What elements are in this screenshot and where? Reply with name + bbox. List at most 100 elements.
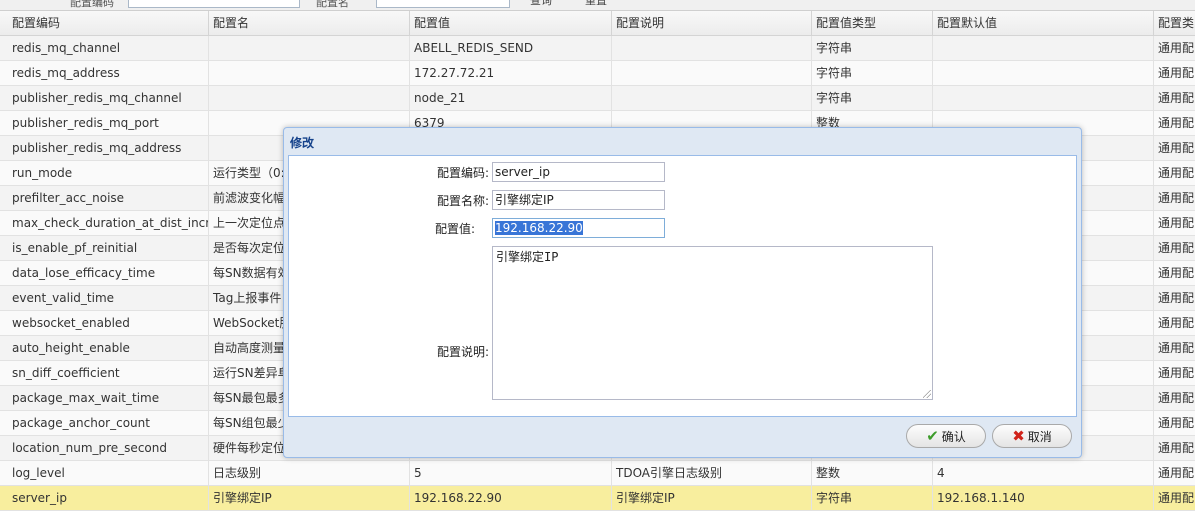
column-header-value[interactable]: 配置值 (410, 11, 612, 35)
cell-code: auto_height_enable (8, 336, 209, 360)
resize-grip[interactable] (923, 390, 931, 398)
table-row[interactable]: server_ip 引擎绑定IP 192.168.22.90 引擎绑定IP 字符串 192… (0, 486, 1195, 511)
cell-code: publisher_redis_mq_port (8, 111, 209, 135)
cell-code: is_enable_pf_reinitial (8, 236, 209, 260)
cell-cat: 通用配 (1158, 166, 1195, 180)
dialog-title: 修改 (290, 136, 315, 150)
cell-name: 日志级别 (209, 461, 410, 485)
cell-cat: 通用配 (1158, 241, 1195, 255)
cell-desc (612, 36, 812, 60)
cell-type: 整数 (812, 461, 933, 485)
cell-type: 字符串 (812, 61, 933, 85)
cell-code: redis_mq_address (8, 61, 209, 85)
cell-cat: 通用配 (1158, 66, 1195, 80)
cell-name (209, 36, 410, 60)
cell-default (933, 36, 1154, 60)
column-header-category[interactable]: 配置类 (1154, 11, 1195, 35)
column-header-name[interactable]: 配置名 (209, 11, 410, 35)
cell-type: 字符串 (812, 86, 933, 110)
search-button[interactable]: 查询 (530, 0, 552, 8)
cell-code: publisher_redis_mq_channel (8, 86, 209, 110)
cell-code: prefilter_acc_noise (8, 186, 209, 210)
cell-code: max_check_duration_at_dist_increa (8, 211, 209, 235)
cell-code: publisher_redis_mq_address (8, 136, 209, 160)
cell-code: websocket_enabled (8, 311, 209, 335)
cell-default (933, 86, 1154, 110)
dialog-form: 配置编码: server_ip 配置名称: 引擎绑定IP 配置值: 192.16… (288, 155, 1077, 417)
toolbar-code-input[interactable] (128, 0, 300, 8)
cell-default: 192.168.1.140 (933, 486, 1154, 510)
cell-name (209, 61, 410, 85)
dialog-footer: ✔ 确认 ✖ 取消 (288, 419, 1077, 453)
cell-desc: 引擎绑定IP (612, 486, 812, 510)
cell-cat: 通用配 (1158, 441, 1195, 455)
cell-cat: 通用配 (1158, 466, 1195, 480)
cell-code: sn_diff_coefficient (8, 361, 209, 385)
cell-desc (612, 61, 812, 85)
confirm-label: 确认 (941, 429, 966, 444)
column-header-code[interactable]: 配置编码 (8, 11, 209, 35)
column-header-type[interactable]: 配置值类型 (812, 11, 933, 35)
toolbar-code-label: 配置编码 (70, 0, 114, 9)
cell-code: package_anchor_count (8, 411, 209, 435)
cell-name (209, 86, 410, 110)
table-row[interactable]: publisher_redis_mq_channel node_21 字符串 通用配 (0, 86, 1195, 111)
cell-cat: 通用配 (1158, 116, 1195, 130)
cell-cat: 通用配 (1158, 291, 1195, 305)
cell-value: 172.27.72.21 (410, 61, 612, 85)
cell-default: 4 (933, 461, 1154, 485)
grid-header: 配置编码 配置名 配置值 配置说明 配置值类型 配置默认值 配置类 (0, 11, 1195, 36)
column-header-desc[interactable]: 配置说明 (612, 11, 812, 35)
cell-value: node_21 (410, 86, 612, 110)
cell-code: package_max_wait_time (8, 386, 209, 410)
value-label: 配置值: (435, 222, 476, 236)
reset-button[interactable]: 重置 (585, 0, 607, 8)
value-field-selection: 192.168.22.90 (495, 221, 583, 235)
cell-code: event_valid_time (8, 286, 209, 310)
cancel-label: 取消 (1027, 429, 1052, 444)
desc-text: 引擎绑定IP (496, 250, 559, 264)
cell-default (933, 61, 1154, 85)
cell-code: location_num_pre_second (8, 436, 209, 460)
code-label: 配置编码: (436, 166, 489, 180)
confirm-button[interactable]: ✔ 确认 (906, 424, 986, 448)
cell-desc: TDOA引擎日志级别 (612, 461, 812, 485)
cell-cat: 通用配 (1158, 266, 1195, 280)
cell-cat: 通用配 (1158, 491, 1195, 505)
cell-code: server_ip (8, 486, 209, 510)
table-row[interactable]: redis_mq_address 172.27.72.21 字符串 通用配 (0, 61, 1195, 86)
cell-value: 5 (410, 461, 612, 485)
toolbar-name-input[interactable] (376, 0, 510, 8)
cell-desc (612, 86, 812, 110)
cell-cat: 通用配 (1158, 391, 1195, 405)
column-header-default[interactable]: 配置默认值 (933, 11, 1154, 35)
toolbar-name-label: 配置名 (316, 0, 349, 9)
desc-textarea[interactable]: 引擎绑定IP (492, 246, 933, 400)
search-toolbar: 配置编码 配置名 查询 重置 (0, 0, 1195, 11)
cell-cat: 通用配 (1158, 41, 1195, 55)
desc-label: 配置说明: (436, 345, 489, 359)
cell-name: 引擎绑定IP (209, 486, 410, 510)
cell-value: ABELL_REDIS_SEND (410, 36, 612, 60)
cell-cat: 通用配 (1158, 366, 1195, 380)
check-icon: ✔ (926, 426, 939, 445)
cancel-button[interactable]: ✖ 取消 (992, 424, 1072, 448)
cell-type: 字符串 (812, 36, 933, 60)
cell-cat: 通用配 (1158, 91, 1195, 105)
name-field[interactable]: 引擎绑定IP (492, 190, 665, 210)
cell-cat: 通用配 (1158, 341, 1195, 355)
cell-code: log_level (8, 461, 209, 485)
cell-code: redis_mq_channel (8, 36, 209, 60)
cell-code: data_lose_efficacy_time (8, 261, 209, 285)
table-row[interactable]: redis_mq_channel ABELL_REDIS_SEND 字符串 通用配 (0, 36, 1195, 61)
cell-cat: 通用配 (1158, 416, 1195, 430)
name-label: 配置名称: (436, 194, 489, 208)
cross-icon: ✖ (1012, 426, 1025, 445)
table-row[interactable]: log_level 日志级别 5 TDOA引擎日志级别 整数 4 通用配 (0, 461, 1195, 486)
cell-value: 192.168.22.90 (410, 486, 612, 510)
cell-cat: 通用配 (1158, 191, 1195, 205)
cell-cat: 通用配 (1158, 316, 1195, 330)
cell-cat: 通用配 (1158, 141, 1195, 155)
code-field[interactable]: server_ip (492, 162, 665, 182)
value-field[interactable]: 192.168.22.90 (492, 218, 665, 238)
